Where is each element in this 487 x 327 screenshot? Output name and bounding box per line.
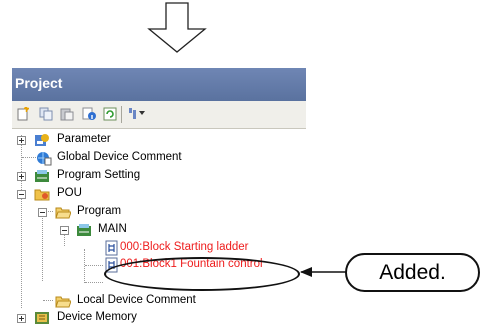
program-icon (76, 222, 92, 238)
expand-toggle[interactable] (17, 136, 26, 145)
sort-icon[interactable] (128, 107, 146, 121)
collapse-toggle[interactable] (38, 208, 47, 217)
down-arrow-icon (147, 2, 207, 53)
folder-open-icon (55, 293, 71, 309)
tree-item-label: Program Setting (57, 169, 141, 181)
tree-item-local-device-comment[interactable]: Local Device Comment (12, 293, 302, 310)
ladder-block-icon (104, 240, 120, 256)
tree-item-label: Global Device Comment (57, 151, 182, 163)
tree-item-label: Device Memory (57, 311, 137, 323)
collapse-toggle[interactable] (17, 190, 26, 199)
new-data-icon[interactable] (16, 107, 30, 121)
tree-item-pou[interactable]: POU (12, 186, 302, 203)
parameter-icon (34, 132, 50, 148)
tree-item-device-memory[interactable]: Device Memory (12, 310, 302, 327)
tree-item-main[interactable]: MAIN (12, 222, 302, 239)
tree-item-program[interactable]: Program (12, 204, 302, 221)
tree-item-label: Program (77, 205, 122, 217)
tree-item-global-device-comment[interactable]: Global Device Comment (12, 150, 302, 167)
expand-toggle[interactable] (17, 314, 26, 323)
project-tree: Parameter Global Device Comment Program … (12, 129, 306, 326)
tree-item-label: MAIN (98, 223, 127, 235)
toolbar-separator (121, 106, 122, 123)
panel-titlebar: Project (12, 68, 306, 101)
expand-toggle[interactable] (17, 172, 26, 181)
property-icon[interactable] (82, 107, 96, 121)
panel-title: Project (15, 75, 63, 91)
pointer-arrow-icon (300, 267, 346, 277)
added-callout: Added. (345, 253, 480, 292)
highlight-ellipse (104, 257, 300, 291)
tree-item-program-setting[interactable]: Program Setting (12, 168, 302, 185)
tree-line (85, 282, 103, 283)
tree-item-label: POU (57, 187, 82, 199)
pou-folder-icon (34, 186, 50, 202)
refresh-icon[interactable] (103, 107, 117, 121)
copy-icon[interactable] (39, 107, 53, 121)
tree-item-label: 000:Block Starting ladder (120, 241, 249, 253)
tree-item-label: Local Device Comment (77, 294, 196, 306)
device-memory-icon (34, 310, 50, 326)
callout-text: Added. (379, 261, 446, 284)
global-comment-icon (36, 150, 52, 166)
tree-item-parameter[interactable]: Parameter (12, 132, 302, 149)
program-setting-icon (34, 168, 50, 184)
project-toolbar (12, 101, 306, 129)
tree-item-block-000[interactable]: 000:Block Starting ladder (12, 240, 302, 257)
folder-open-icon (55, 204, 71, 220)
paste-icon[interactable] (60, 107, 74, 121)
tree-item-label: Parameter (57, 133, 111, 145)
collapse-toggle[interactable] (60, 226, 69, 235)
